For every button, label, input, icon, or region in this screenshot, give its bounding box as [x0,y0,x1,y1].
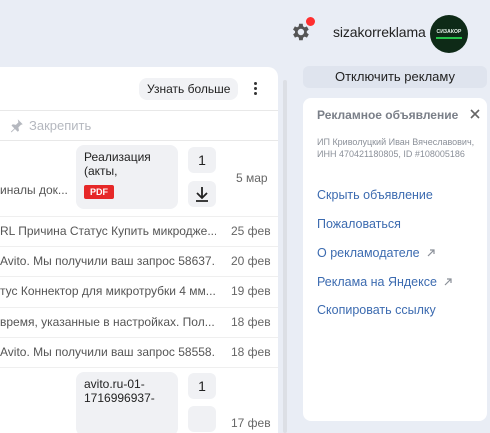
mail-snippet: тус Коннектор для микротрубки 4 мм... [0,284,216,298]
divider [0,110,278,111]
mail-row[interactable]: иналы док... Реализация (акты, PDF 1 5 м… [0,141,278,217]
attachment-card[interactable]: Реализация (акты, PDF [76,145,178,209]
attachment-name: avito.ru-01-1716996937- [84,377,155,405]
report-ad-label: Пожаловаться [317,217,401,231]
attachment-count[interactable]: 1 [188,147,216,173]
ad-toolbar: Узнать больше [0,67,278,111]
hide-ad-link[interactable]: Скрыть объявление [317,188,433,202]
mail-date: 5 мар [236,171,268,185]
notification-dot [306,17,315,26]
mail-date: 17 фев [231,416,271,430]
mail-date: 18 фев [231,345,271,359]
avatar-logo-stripe [436,37,462,39]
yandex-ads-link[interactable]: Реклама на Яндексе [317,275,453,289]
pdf-badge: PDF [84,185,114,199]
ad-info-panel: Рекламное объявление ИП Криволуцкий Иван… [303,98,487,421]
download-icon [196,187,208,202]
mail-date: 19 фев [231,284,271,298]
external-link-icon [444,278,452,286]
learn-more-button[interactable]: Узнать больше [139,78,239,100]
hide-ad-label: Скрыть объявление [317,188,433,202]
external-link-icon [427,249,435,257]
mail-snippet: время, указанные в настройках. Пол... [0,315,215,329]
disable-ads-button[interactable]: Отключить рекламу [303,66,487,88]
more-options-icon[interactable] [249,79,261,99]
yandex-ads-label: Реклама на Яндексе [317,275,437,289]
mail-snippet: Avito. Мы получили ваш запрос 58558... [0,345,216,359]
mail-date: 20 фев [231,254,271,268]
copy-link-label: Скопировать ссылку [317,303,436,317]
close-icon[interactable] [467,106,483,122]
mail-snippet: RL Причина Статус Купить микродже... [0,224,216,238]
pin-icon [10,118,23,132]
scrollbar-thumb[interactable] [283,80,287,433]
download-button[interactable] [188,181,216,207]
about-advertiser-link[interactable]: О рекламодателе [317,246,436,260]
attachment-name: Реализация (акты, [84,150,151,178]
mail-row[interactable]: Avito. Мы получили ваш запрос 58637... 2… [0,247,278,276]
pin-button[interactable]: Закрепить [9,115,91,135]
attachment-count[interactable]: 1 [188,373,216,399]
mail-row[interactable]: RL Причина Статус Купить микродже... 25 … [0,217,278,246]
avatar-logo-text: СИЗАКОР [436,29,462,35]
avatar[interactable]: СИЗАКОР [430,15,468,53]
mail-row[interactable]: время, указанные в настройках. Пол... 18… [0,308,278,337]
attachment-card[interactable]: avito.ru-01-1716996937- [76,372,178,433]
copy-link-link[interactable]: Скопировать ссылку [317,303,436,317]
mail-row[interactable]: avito.ru-01-1716996937- 1 17 фев [0,368,278,433]
pin-label: Закрепить [29,117,92,133]
mail-row[interactable]: Avito. Мы получили ваш запрос 58558... 1… [0,338,278,367]
mail-row[interactable]: тус Коннектор для микротрубки 4 мм... 19… [0,277,278,306]
download-button[interactable] [188,406,216,432]
ad-panel-title: Рекламное объявление [317,108,459,122]
advertiser-info: ИП Криволуцкий Иван Вячеславович, ИНН 47… [317,137,475,159]
mail-snippet: Avito. Мы получили ваш запрос 58637... [0,254,216,268]
mail-list-panel: Узнать больше Закрепить иналы док... Реа… [0,67,278,433]
mail-date: 25 фев [231,224,271,238]
account-username[interactable]: sizakorreklama [333,24,426,40]
about-advertiser-label: О рекламодателе [317,246,420,260]
mail-date: 18 фев [231,315,271,329]
report-ad-link[interactable]: Пожаловаться [317,217,401,231]
